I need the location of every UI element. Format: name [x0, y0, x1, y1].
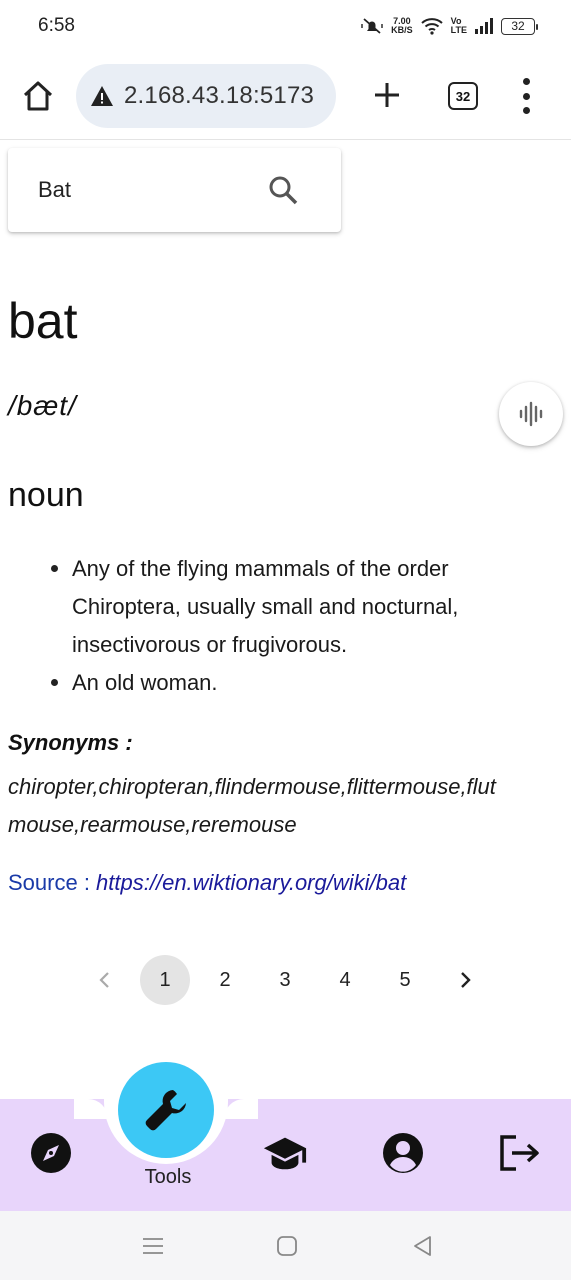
source-link[interactable]: https://en.wiktionary.org/wiki/bat [96, 870, 406, 895]
voice-button[interactable] [499, 382, 563, 446]
synonyms-line: mouse,rearmouse,reremouse [8, 812, 297, 837]
page-button-3[interactable]: 3 [260, 955, 310, 1005]
wifi-icon [420, 18, 443, 35]
back-nav-icon[interactable] [408, 1231, 438, 1261]
graduation-cap-icon [263, 1137, 307, 1170]
mute-vibrate-icon [361, 18, 383, 34]
account-circle-icon [383, 1133, 423, 1173]
compass-icon [31, 1133, 71, 1173]
next-page-button[interactable] [440, 955, 490, 1005]
net-speed-unit: KB/S [391, 25, 413, 35]
more-menu-icon[interactable] [516, 78, 536, 114]
net-speed: 7.00 KB/S [391, 17, 413, 35]
battery-icon: 32 [501, 17, 538, 35]
pagination: 1 2 3 4 5 [80, 955, 500, 1005]
definition-item: An old woman. [51, 664, 542, 702]
signal-icon [475, 18, 493, 34]
part-of-speech: noun [8, 476, 84, 514]
status-time: 6:58 [38, 15, 75, 36]
chevron-left-icon [99, 972, 109, 988]
wrench-icon [145, 1090, 186, 1131]
audio-waveform-icon [519, 401, 543, 427]
system-navigation-bar [0, 1211, 571, 1280]
tab-switcher-button[interactable]: 32 [448, 82, 478, 110]
logout-icon [500, 1135, 539, 1171]
url-bar[interactable]: 2.168.43.18:5173 [76, 64, 336, 128]
nav-explore-button[interactable] [28, 1130, 74, 1176]
tools-label: Tools [144, 1166, 192, 1188]
status-icons: 7.00 KB/S Vo LTE 32 [361, 16, 538, 36]
synonyms-label: Synonyms : [8, 730, 133, 755]
new-tab-icon[interactable] [368, 76, 406, 114]
nav-logout-button[interactable] [496, 1130, 542, 1176]
phonetic: /bæt/ [8, 390, 77, 421]
volte-bottom: LTE [450, 25, 467, 35]
recent-apps-icon[interactable] [138, 1231, 168, 1261]
chevron-right-icon [461, 972, 471, 988]
search-input[interactable]: Bat [8, 148, 341, 232]
synonyms-line: chiropter,chiropteran,flindermouse,flitt… [8, 774, 496, 799]
source-label: Source : [8, 870, 97, 895]
search-value: Bat [38, 177, 72, 202]
prev-page-button[interactable] [80, 955, 130, 1005]
page-button-1[interactable]: 1 [140, 955, 190, 1005]
page-button-2[interactable]: 2 [200, 955, 250, 1005]
volte-indicator: Vo LTE [451, 17, 467, 35]
status-bar: 6:58 7.00 KB/S Vo LTE 32 [0, 0, 571, 52]
definition-item: Any of the flying mammals of the order C… [51, 550, 542, 664]
definition-list: Any of the flying mammals of the order C… [51, 550, 542, 702]
source: Source : https://en.wiktionary.org/wiki/… [8, 870, 406, 896]
browser-toolbar: 2.168.43.18:5173 32 [0, 52, 571, 140]
tools-fab-button[interactable] [118, 1062, 214, 1158]
home-icon[interactable] [20, 78, 56, 114]
nav-profile-button[interactable] [380, 1130, 426, 1176]
nav-learn-button[interactable] [262, 1130, 308, 1176]
page-button-4[interactable]: 4 [320, 955, 370, 1005]
home-nav-icon[interactable] [272, 1231, 302, 1261]
url-text: 2.168.43.18:5173 [124, 82, 315, 109]
synonyms-text: chiropter,chiropteran,flindermouse,flitt… [8, 768, 571, 844]
not-secure-warning-icon[interactable] [90, 84, 114, 108]
word-title: bat [8, 293, 78, 349]
page-button-5[interactable]: 5 [380, 955, 430, 1005]
search-icon[interactable] [266, 173, 300, 207]
